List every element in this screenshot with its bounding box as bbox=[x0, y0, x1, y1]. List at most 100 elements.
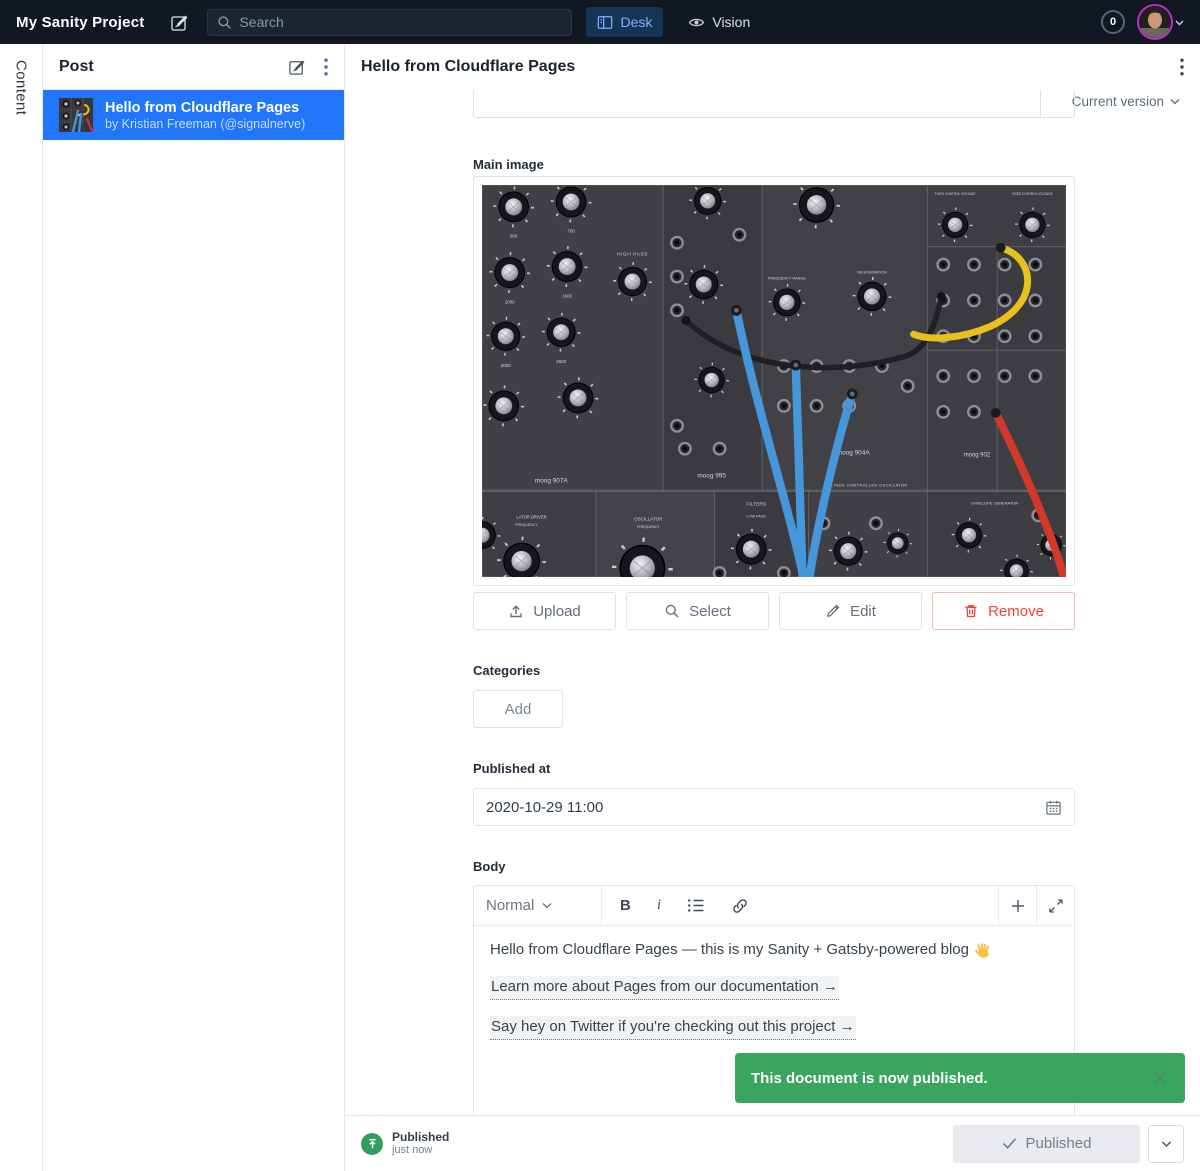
check-icon bbox=[1002, 1137, 1017, 1150]
knob-label: 500 bbox=[510, 234, 518, 239]
tab-desk[interactable]: Desk bbox=[586, 7, 663, 37]
edit-label: Edit bbox=[850, 603, 876, 620]
categories-label: Categories bbox=[473, 663, 1075, 678]
publish-toast: This document is now published. bbox=[735, 1053, 1185, 1103]
body-paragraph: Say hey on Twitter if you're checking ou… bbox=[490, 1016, 1058, 1040]
select-button[interactable]: Select bbox=[626, 592, 769, 630]
chevron-down-icon bbox=[542, 902, 589, 909]
publish-button[interactable]: Published bbox=[953, 1125, 1140, 1163]
document-title: Hello from Cloudflare Pages bbox=[361, 58, 1162, 76]
panel-label: FILTERS bbox=[746, 501, 767, 507]
document-pane: Hello from Cloudflare Pages Current vers… bbox=[345, 44, 1200, 1171]
close-icon[interactable] bbox=[1151, 1069, 1169, 1087]
pencil-icon bbox=[825, 603, 841, 619]
create-post-button[interactable] bbox=[288, 58, 306, 76]
knob-label: 2600 bbox=[556, 359, 566, 364]
remove-button[interactable]: Remove bbox=[932, 592, 1075, 630]
bullet-list-button[interactable] bbox=[687, 898, 705, 913]
body-link: Learn more about Pages from our document… bbox=[490, 976, 839, 1000]
panel-label: FREQUENCY RANGE bbox=[768, 277, 806, 281]
search-icon bbox=[664, 603, 680, 619]
panel-label: HIGH PASS bbox=[617, 252, 648, 258]
body-paragraph: Learn more about Pages from our document… bbox=[490, 976, 1058, 1000]
synthesizer-photo: 500 700 1000 1600 2000 2600 HIGH PASS mo… bbox=[482, 185, 1066, 577]
panel-label: FREQUENCY bbox=[515, 523, 538, 527]
edit-button[interactable]: Edit bbox=[779, 592, 922, 630]
upload-button[interactable]: Upload bbox=[473, 592, 616, 630]
chevron-down-icon bbox=[1170, 98, 1180, 105]
post-thumbnail bbox=[59, 98, 93, 132]
panel-label: REGENERATION bbox=[857, 271, 887, 275]
published-at-value: 2020-10-29 11:00 bbox=[486, 799, 1035, 816]
search-input[interactable] bbox=[239, 14, 562, 30]
post-panel-header: Post bbox=[43, 44, 344, 90]
main-image-preview: 500 700 1000 1600 2000 2600 HIGH PASS mo… bbox=[473, 176, 1075, 586]
avatar bbox=[1139, 6, 1171, 38]
panel-label: FREQUENCY bbox=[637, 525, 660, 529]
document-header: Hello from Cloudflare Pages bbox=[345, 44, 1200, 90]
search-icon bbox=[217, 15, 232, 30]
tab-desk-label: Desk bbox=[620, 14, 652, 30]
dots-vertical-icon bbox=[1180, 58, 1184, 76]
add-label: Add bbox=[505, 701, 532, 718]
trash-icon bbox=[963, 603, 979, 619]
knob-label: 2000 bbox=[501, 363, 511, 368]
knob-label: 700 bbox=[567, 229, 575, 234]
document-menu-button[interactable] bbox=[1180, 58, 1184, 76]
document-form: Current version Main image bbox=[345, 90, 1200, 1115]
upload-icon bbox=[508, 603, 524, 619]
calendar-icon[interactable] bbox=[1045, 799, 1062, 816]
chevron-down-icon bbox=[1175, 19, 1184, 26]
document-footer: Published just now Published bbox=[345, 1115, 1200, 1171]
publish-menu-button[interactable] bbox=[1148, 1125, 1184, 1163]
add-category-button[interactable]: Add bbox=[473, 690, 563, 728]
select-label: Select bbox=[689, 603, 731, 620]
body-paragraph: Hello from Cloudflare Pages — this is my… bbox=[490, 940, 1058, 960]
compose-icon bbox=[288, 58, 306, 76]
status-label: Published bbox=[392, 1130, 449, 1144]
panel-label: moog 907A bbox=[535, 477, 569, 484]
insert-block-button[interactable] bbox=[998, 886, 1036, 925]
body-label: Body bbox=[473, 859, 1075, 874]
panel-menu-button[interactable] bbox=[324, 58, 328, 76]
style-selector[interactable]: Normal bbox=[474, 886, 602, 925]
format-buttons: B i bbox=[602, 886, 749, 925]
main-image-label: Main image bbox=[473, 157, 1075, 172]
link-button[interactable] bbox=[731, 897, 749, 915]
tool-sidebar: Content bbox=[0, 44, 43, 1171]
dots-vertical-icon bbox=[324, 58, 328, 76]
list-item-post[interactable]: Hello from Cloudflare Pages by Kristian … bbox=[43, 90, 344, 140]
search-bar bbox=[207, 9, 572, 36]
slug-field-partial[interactable] bbox=[473, 90, 1075, 118]
bold-button[interactable]: B bbox=[620, 897, 631, 914]
upload-label: Upload bbox=[533, 603, 581, 620]
body-paragraph-text: Hello from Cloudflare Pages — this is my… bbox=[490, 940, 969, 960]
new-document-button[interactable] bbox=[170, 13, 189, 32]
knob-label: 1000 bbox=[505, 299, 515, 304]
remove-label: Remove bbox=[988, 603, 1044, 620]
italic-button[interactable]: i bbox=[657, 897, 661, 914]
panel-title: Post bbox=[59, 58, 270, 76]
post-item-text: Hello from Cloudflare Pages by Kristian … bbox=[105, 99, 305, 132]
panel-label: moog 995 bbox=[697, 472, 726, 479]
sanity-studio: My Sanity Project bbox=[0, 0, 1200, 1171]
published-at-label: Published at bbox=[473, 761, 1075, 776]
columns-icon bbox=[597, 15, 613, 30]
image-actions: Upload Select Edit bbox=[473, 592, 1075, 630]
topbar: My Sanity Project bbox=[0, 0, 1200, 44]
tab-vision[interactable]: Vision bbox=[677, 7, 761, 37]
publish-status-icon bbox=[361, 1133, 383, 1155]
expand-icon bbox=[1048, 898, 1064, 914]
hints-badge[interactable]: 0 bbox=[1101, 10, 1125, 34]
chevron-down-icon bbox=[1161, 1140, 1172, 1148]
sidebar-item-content[interactable]: Content bbox=[13, 60, 30, 115]
panel-label: FIXED CONTROL VOLTAGE bbox=[935, 192, 976, 196]
panel-label: ENVELOPE GENERATOR bbox=[971, 500, 1018, 505]
fullscreen-button[interactable] bbox=[1036, 886, 1074, 925]
published-at-input[interactable]: 2020-10-29 11:00 bbox=[473, 788, 1075, 826]
editor-content[interactable]: Hello from Cloudflare Pages — this is my… bbox=[474, 926, 1074, 1070]
version-selector[interactable]: Current version bbox=[1072, 94, 1180, 109]
user-menu[interactable] bbox=[1139, 6, 1184, 38]
panel-label: LOW PASS bbox=[747, 514, 767, 518]
toast-message: This document is now published. bbox=[751, 1070, 1151, 1087]
